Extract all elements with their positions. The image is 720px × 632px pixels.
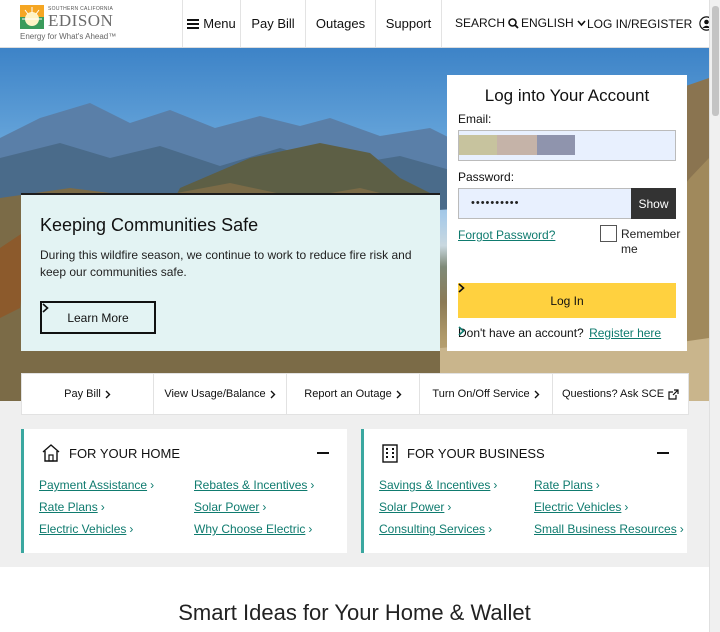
site-header: SOUTHERN CALIFORNIA EDISON Energy for Wh… bbox=[0, 0, 715, 48]
search-link[interactable]: SEARCH bbox=[455, 16, 519, 30]
password-label: Password: bbox=[458, 170, 515, 184]
business-link[interactable]: Consulting Services › bbox=[379, 522, 492, 536]
chevron-right-icon bbox=[396, 390, 402, 398]
login-register-label: LOG IN/REGISTER bbox=[587, 16, 693, 31]
forgot-password-link[interactable]: Forgot Password? bbox=[458, 228, 555, 242]
home-link[interactable]: Why Choose Electric › bbox=[194, 522, 312, 536]
remember-me-label: Remember me bbox=[621, 227, 681, 256]
language-label: ENGLISH bbox=[521, 16, 574, 30]
register-prompt: Don't have an account? Register here bbox=[458, 326, 661, 340]
building-icon bbox=[382, 444, 398, 463]
quick-link-ask-sce[interactable]: Questions? Ask SCE bbox=[553, 374, 688, 414]
page-scrollbar[interactable] bbox=[709, 0, 720, 632]
menu-button[interactable]: Menu bbox=[182, 0, 240, 47]
business-link[interactable]: Electric Vehicles › bbox=[534, 500, 628, 514]
home-panel-title: FOR YOUR HOME bbox=[69, 445, 180, 461]
scrollbar-thumb[interactable] bbox=[712, 6, 719, 116]
chevron-right-icon bbox=[458, 283, 465, 293]
hero-promo-title: Keeping Communities Safe bbox=[40, 215, 259, 235]
business-panel-title: FOR YOUR BUSINESS bbox=[407, 445, 545, 461]
quick-link-pay-bill[interactable]: Pay Bill bbox=[22, 374, 154, 414]
nav-outages[interactable]: Outages bbox=[305, 0, 375, 47]
chevron-right-icon bbox=[105, 390, 111, 398]
logo-tagline: Energy for What's Ahead™ bbox=[20, 32, 117, 41]
collapse-icon[interactable] bbox=[317, 452, 329, 454]
business-link[interactable]: Rate Plans › bbox=[534, 478, 600, 492]
chevron-right-icon bbox=[458, 326, 465, 336]
quick-link-label: Report an Outage bbox=[304, 388, 392, 400]
quick-link-label: View Usage/Balance bbox=[164, 388, 266, 400]
collapse-icon[interactable] bbox=[657, 452, 669, 454]
quick-link-label: Pay Bill bbox=[64, 388, 101, 400]
home-link[interactable]: Rebates & Incentives › bbox=[194, 478, 314, 492]
email-redacted-block bbox=[537, 135, 575, 155]
business-link[interactable]: Small Business Resources › bbox=[534, 522, 684, 536]
chevron-down-icon bbox=[577, 19, 586, 26]
business-link[interactable]: Solar Power › bbox=[379, 500, 451, 514]
remember-me-checkbox[interactable] bbox=[600, 225, 617, 242]
business-panel-header[interactable]: FOR YOUR BUSINESS bbox=[381, 443, 545, 463]
search-label: SEARCH bbox=[455, 16, 506, 30]
house-icon bbox=[42, 444, 60, 462]
quick-link-report-outage[interactable]: Report an Outage bbox=[287, 374, 420, 414]
no-account-text: Don't have an account? bbox=[458, 326, 584, 340]
menu-label: Menu bbox=[203, 16, 236, 31]
email-redacted-block bbox=[459, 135, 497, 155]
chevron-right-icon bbox=[534, 390, 540, 398]
logo-brand-text: EDISON bbox=[48, 11, 114, 30]
hero-promo-body: During this wildfire season, we continue… bbox=[40, 248, 412, 279]
learn-more-label: Learn More bbox=[67, 310, 129, 325]
search-icon bbox=[508, 17, 519, 29]
email-label: Email: bbox=[458, 112, 492, 126]
quick-links-bar: Pay Bill View Usage/Balance Report an Ou… bbox=[21, 373, 689, 415]
home-link[interactable]: Solar Power › bbox=[194, 500, 266, 514]
hero-banner: Keeping Communities Safe During this wil… bbox=[0, 48, 709, 401]
chevron-right-icon bbox=[42, 303, 49, 313]
quick-link-label: Questions? Ask SCE bbox=[561, 388, 665, 400]
home-link[interactable]: Rate Plans › bbox=[39, 500, 105, 514]
show-password-button[interactable]: Show bbox=[631, 188, 676, 219]
home-panel-header[interactable]: FOR YOUR HOME bbox=[41, 443, 180, 463]
learn-more-button[interactable]: Learn More bbox=[40, 301, 156, 334]
sun-logo-icon bbox=[20, 5, 44, 29]
business-panel: FOR YOUR BUSINESS Savings & Incentives › … bbox=[361, 429, 687, 553]
home-link[interactable]: Electric Vehicles › bbox=[39, 522, 133, 536]
login-title: Log into Your Account bbox=[484, 86, 650, 105]
home-link[interactable]: Payment Assistance › bbox=[39, 478, 154, 492]
login-card: Log into Your Account Email: Password: •… bbox=[447, 75, 687, 351]
nav-support[interactable]: Support bbox=[375, 0, 442, 47]
external-link-icon bbox=[668, 388, 679, 400]
hero-promo-card: Keeping Communities Safe During this wil… bbox=[21, 193, 440, 351]
section-heading: Smart Ideas for Your Home & Wallet bbox=[178, 600, 531, 625]
login-register-link[interactable]: LOG IN/REGISTER bbox=[587, 16, 715, 31]
email-field[interactable] bbox=[458, 130, 676, 161]
nav-pay-bill[interactable]: Pay Bill bbox=[240, 0, 305, 47]
quick-link-view-usage[interactable]: View Usage/Balance bbox=[154, 374, 287, 414]
log-in-label: Log In bbox=[550, 293, 584, 308]
log-in-button[interactable]: Log In bbox=[458, 283, 676, 318]
home-panel: FOR YOUR HOME Payment Assistance › Rate P… bbox=[21, 429, 347, 553]
email-redacted-block bbox=[497, 135, 537, 155]
hamburger-icon bbox=[187, 18, 200, 29]
chevron-right-icon bbox=[270, 390, 276, 398]
language-selector[interactable]: ENGLISH bbox=[521, 16, 586, 30]
business-link[interactable]: Savings & Incentives › bbox=[379, 478, 497, 492]
quick-link-label: Turn On/Off Service bbox=[432, 388, 530, 400]
password-field[interactable]: •••••••••• bbox=[458, 188, 632, 219]
quick-link-turn-on-off[interactable]: Turn On/Off Service bbox=[420, 374, 553, 414]
sce-logo[interactable]: SOUTHERN CALIFORNIA EDISON Energy for Wh… bbox=[20, 4, 130, 44]
register-link[interactable]: Register here bbox=[589, 326, 661, 340]
